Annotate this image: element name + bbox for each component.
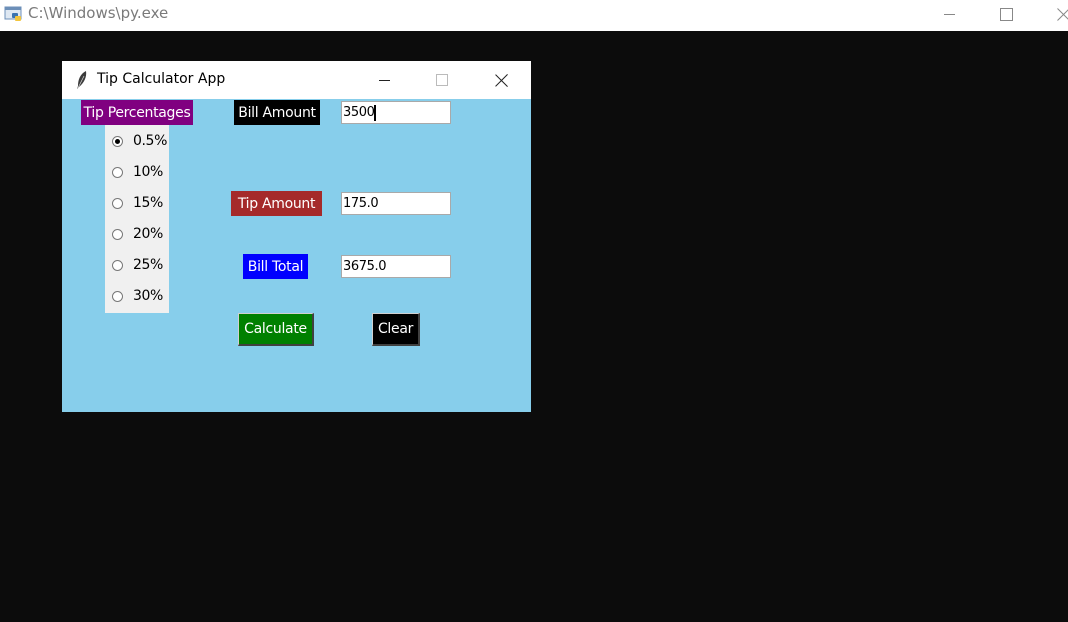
clear-button[interactable]: Clear [372, 313, 420, 346]
console-close-button[interactable] [1043, 0, 1068, 28]
tip-amount-label: Tip Amount [231, 191, 322, 216]
text-caret [374, 104, 377, 121]
radio-label: 25% [133, 257, 163, 273]
calculate-button[interactable]: Calculate [238, 313, 314, 346]
app-minimize-button[interactable] [364, 66, 404, 94]
close-icon [495, 74, 508, 87]
tip-percentage-radio-group: 0.5% 10% 15% 20% 25% 30% [105, 125, 169, 313]
app-title: Tip Calculator App [97, 71, 226, 87]
app-close-button[interactable] [481, 66, 521, 94]
radio-label: 0.5% [133, 133, 167, 149]
bill-amount-value: 3500 [343, 105, 375, 120]
radio-button[interactable] [112, 197, 123, 209]
bill-total-value: 3675.0 [343, 259, 387, 274]
tip-amount-input[interactable]: 175.0 [341, 192, 451, 215]
radio-option-20[interactable]: 20% [105, 221, 169, 247]
maximize-icon [999, 7, 1013, 21]
radio-button[interactable] [112, 259, 123, 271]
radio-button[interactable] [112, 290, 123, 302]
bill-total-input[interactable]: 3675.0 [341, 255, 451, 278]
bill-amount-label: Bill Amount [234, 100, 320, 125]
bill-amount-input[interactable]: 3500 [341, 101, 451, 124]
app-titlebar[interactable]: Tip Calculator App [62, 61, 531, 99]
radio-label: 20% [133, 226, 163, 242]
tip-amount-value: 175.0 [343, 196, 379, 211]
python-console-icon [4, 6, 22, 21]
minimize-icon [378, 79, 390, 81]
console-window: C:\Windows\py.exe Tip Calculator App Tip… [0, 0, 1068, 622]
radio-option-15[interactable]: 15% [105, 190, 169, 216]
bill-total-label: Bill Total [243, 254, 308, 279]
radio-label: 30% [133, 288, 163, 304]
console-minimize-button[interactable] [929, 0, 969, 28]
radio-label: 10% [133, 164, 163, 180]
feather-icon [77, 71, 87, 89]
radio-option-30[interactable]: 30% [105, 283, 169, 309]
tip-percentages-label: Tip Percentages [81, 100, 193, 125]
radio-option-0-5[interactable]: 0.5% [105, 128, 169, 154]
radio-button[interactable] [112, 166, 123, 178]
close-icon [1057, 8, 1068, 21]
console-title: C:\Windows\py.exe [28, 4, 169, 22]
console-maximize-button[interactable] [986, 0, 1026, 28]
tip-calculator-window: Tip Calculator App Tip Percentages 0.5% … [62, 61, 531, 412]
console-titlebar[interactable]: C:\Windows\py.exe [0, 0, 1068, 31]
radio-button[interactable] [112, 228, 123, 240]
radio-option-10[interactable]: 10% [105, 159, 169, 185]
minimize-icon [943, 13, 955, 15]
radio-button-checked[interactable] [112, 135, 123, 147]
radio-label: 15% [133, 195, 163, 211]
radio-option-25[interactable]: 25% [105, 252, 169, 278]
app-maximize-button[interactable] [422, 66, 462, 94]
maximize-icon [436, 74, 448, 86]
